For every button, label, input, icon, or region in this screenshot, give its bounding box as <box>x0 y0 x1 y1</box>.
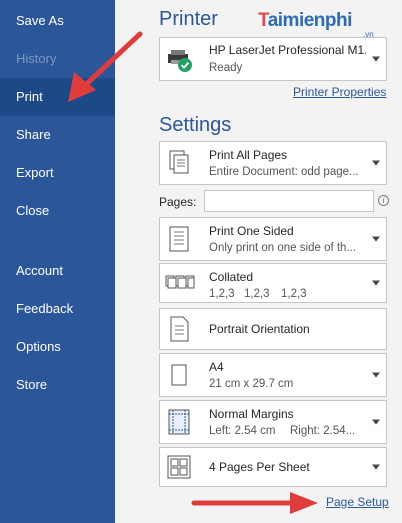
sidebar-item-feedback[interactable]: Feedback <box>0 290 115 328</box>
sides-dropdown[interactable]: Print One Sided Only print on one side o… <box>159 217 387 261</box>
pages-per-sheet-main: 4 Pages Per Sheet <box>209 460 310 474</box>
sidebar-item-label: Save As <box>16 13 64 28</box>
collation-main: Collated <box>209 270 254 284</box>
print-range-main: Print All Pages <box>209 148 288 162</box>
annotation-arrow-page-setup <box>191 492 318 514</box>
one-sided-page-icon <box>169 226 189 252</box>
chevron-down-icon <box>372 372 380 378</box>
pages-per-sheet-dropdown[interactable]: 4 Pages Per Sheet <box>159 447 387 487</box>
ready-check-icon <box>178 58 192 72</box>
chevron-down-icon <box>372 280 380 286</box>
chevron-down-icon <box>372 464 380 470</box>
chevron-down-icon <box>372 236 380 242</box>
sidebar-item-label: Share <box>16 127 51 142</box>
sidebar-item-export[interactable]: Export <box>0 154 115 192</box>
sidebar-item-label: Store <box>16 377 48 392</box>
chevron-down-icon <box>372 419 380 425</box>
collated-icon <box>165 275 195 289</box>
pages-per-sheet-icon <box>167 455 191 479</box>
sides-main: Print One Sided <box>209 224 294 238</box>
paper-size-sub: 21 cm x 29.7 cm <box>209 378 294 390</box>
sidebar-item-label: Export <box>16 165 54 180</box>
sidebar-item-account[interactable]: Account <box>0 252 115 290</box>
sidebar-item-label: Options <box>16 339 61 354</box>
annotation-arrow-print <box>68 31 143 102</box>
taimienphi-logo: Taimienphi <box>258 10 352 31</box>
sidebar-item-label: Close <box>16 203 50 218</box>
info-icon[interactable]: i <box>378 195 389 206</box>
collation-sub-2: 1,2,3 <box>244 288 270 300</box>
print-range-sub: Entire Document: odd page... <box>209 166 359 178</box>
page-setup-link[interactable]: Page Setup <box>326 495 389 509</box>
paper-icon <box>171 364 187 386</box>
margins-sub-right: Right: 2.54... <box>290 425 356 437</box>
printer-name: HP LaserJet Professional M1... <box>209 43 366 57</box>
paper-size-main: A4 <box>209 360 224 374</box>
sides-sub: Only print on one side of th... <box>209 242 357 254</box>
orientation-main: Portrait Orientation <box>209 322 310 336</box>
logo-domain: .vn <box>363 30 374 39</box>
margins-dropdown[interactable]: Normal Margins Left: 2.54 cm Right: 2.54… <box>159 400 387 444</box>
collation-dropdown[interactable]: Collated 1,2,3 1,2,3 1,2,3 <box>159 263 387 303</box>
sidebar-item-options[interactable]: Options <box>0 328 115 366</box>
orientation-dropdown[interactable]: Portrait Orientation <box>159 308 387 350</box>
sidebar-item-store[interactable]: Store <box>0 366 115 404</box>
sidebar-item-label: Print <box>16 89 43 104</box>
margins-sub-left: Left: 2.54 cm <box>209 425 276 437</box>
printer-dropdown[interactable]: HP LaserJet Professional M1... Ready <box>159 37 387 81</box>
chevron-down-icon <box>372 160 380 166</box>
pages-input[interactable] <box>204 190 374 212</box>
printer-status: Ready <box>209 62 243 74</box>
printer-properties-link[interactable]: Printer Properties <box>293 85 386 99</box>
collation-sub-3: 1,2,3 <box>281 288 307 300</box>
margins-main: Normal Margins <box>209 407 294 421</box>
sidebar-item-label: History <box>16 51 57 66</box>
paper-size-dropdown[interactable]: A4 21 cm x 29.7 cm <box>159 353 387 397</box>
print-range-dropdown[interactable]: Print All Pages Entire Document: odd pag… <box>159 141 387 185</box>
sidebar-item-label: Account <box>16 263 63 278</box>
pages-icon <box>169 150 189 174</box>
sidebar-item-label: Feedback <box>16 301 74 316</box>
sidebar-item-close[interactable]: Close <box>0 192 115 230</box>
pages-label: Pages: <box>159 195 197 209</box>
print-panel: Printer HP LaserJet Professional M1... R… <box>115 0 402 523</box>
printer-heading: Printer <box>159 8 218 30</box>
collation-sub-1: 1,2,3 <box>209 288 235 300</box>
settings-heading: Settings <box>159 114 232 136</box>
margins-icon <box>168 409 190 435</box>
portrait-page-icon <box>170 316 189 342</box>
sidebar-item-share[interactable]: Share <box>0 116 115 154</box>
chevron-down-icon <box>372 56 380 62</box>
